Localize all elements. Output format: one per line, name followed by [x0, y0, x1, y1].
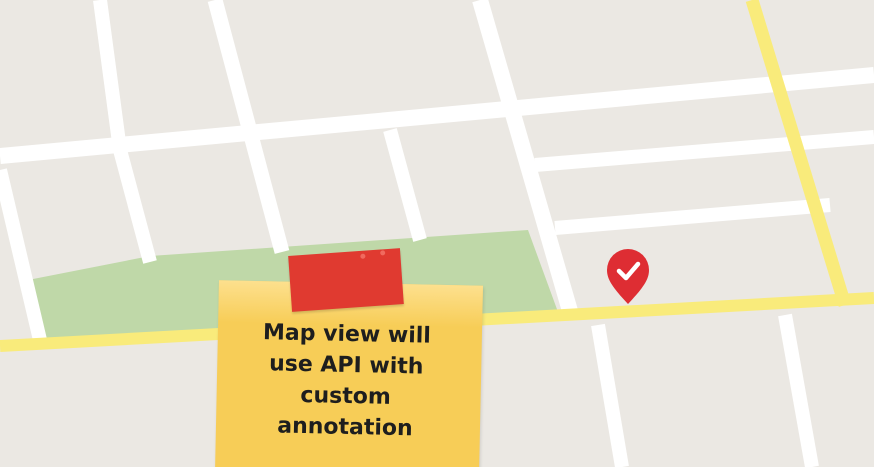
tape-dot [380, 250, 386, 256]
sticky-note: Map view will use API with custom annota… [214, 280, 483, 467]
tape-dot [360, 253, 366, 259]
map-canvas[interactable]: Map view will use API with custom annota… [0, 0, 874, 467]
sticky-note-text: Map view will use API with custom annota… [262, 320, 432, 442]
tape-strip [288, 248, 404, 312]
